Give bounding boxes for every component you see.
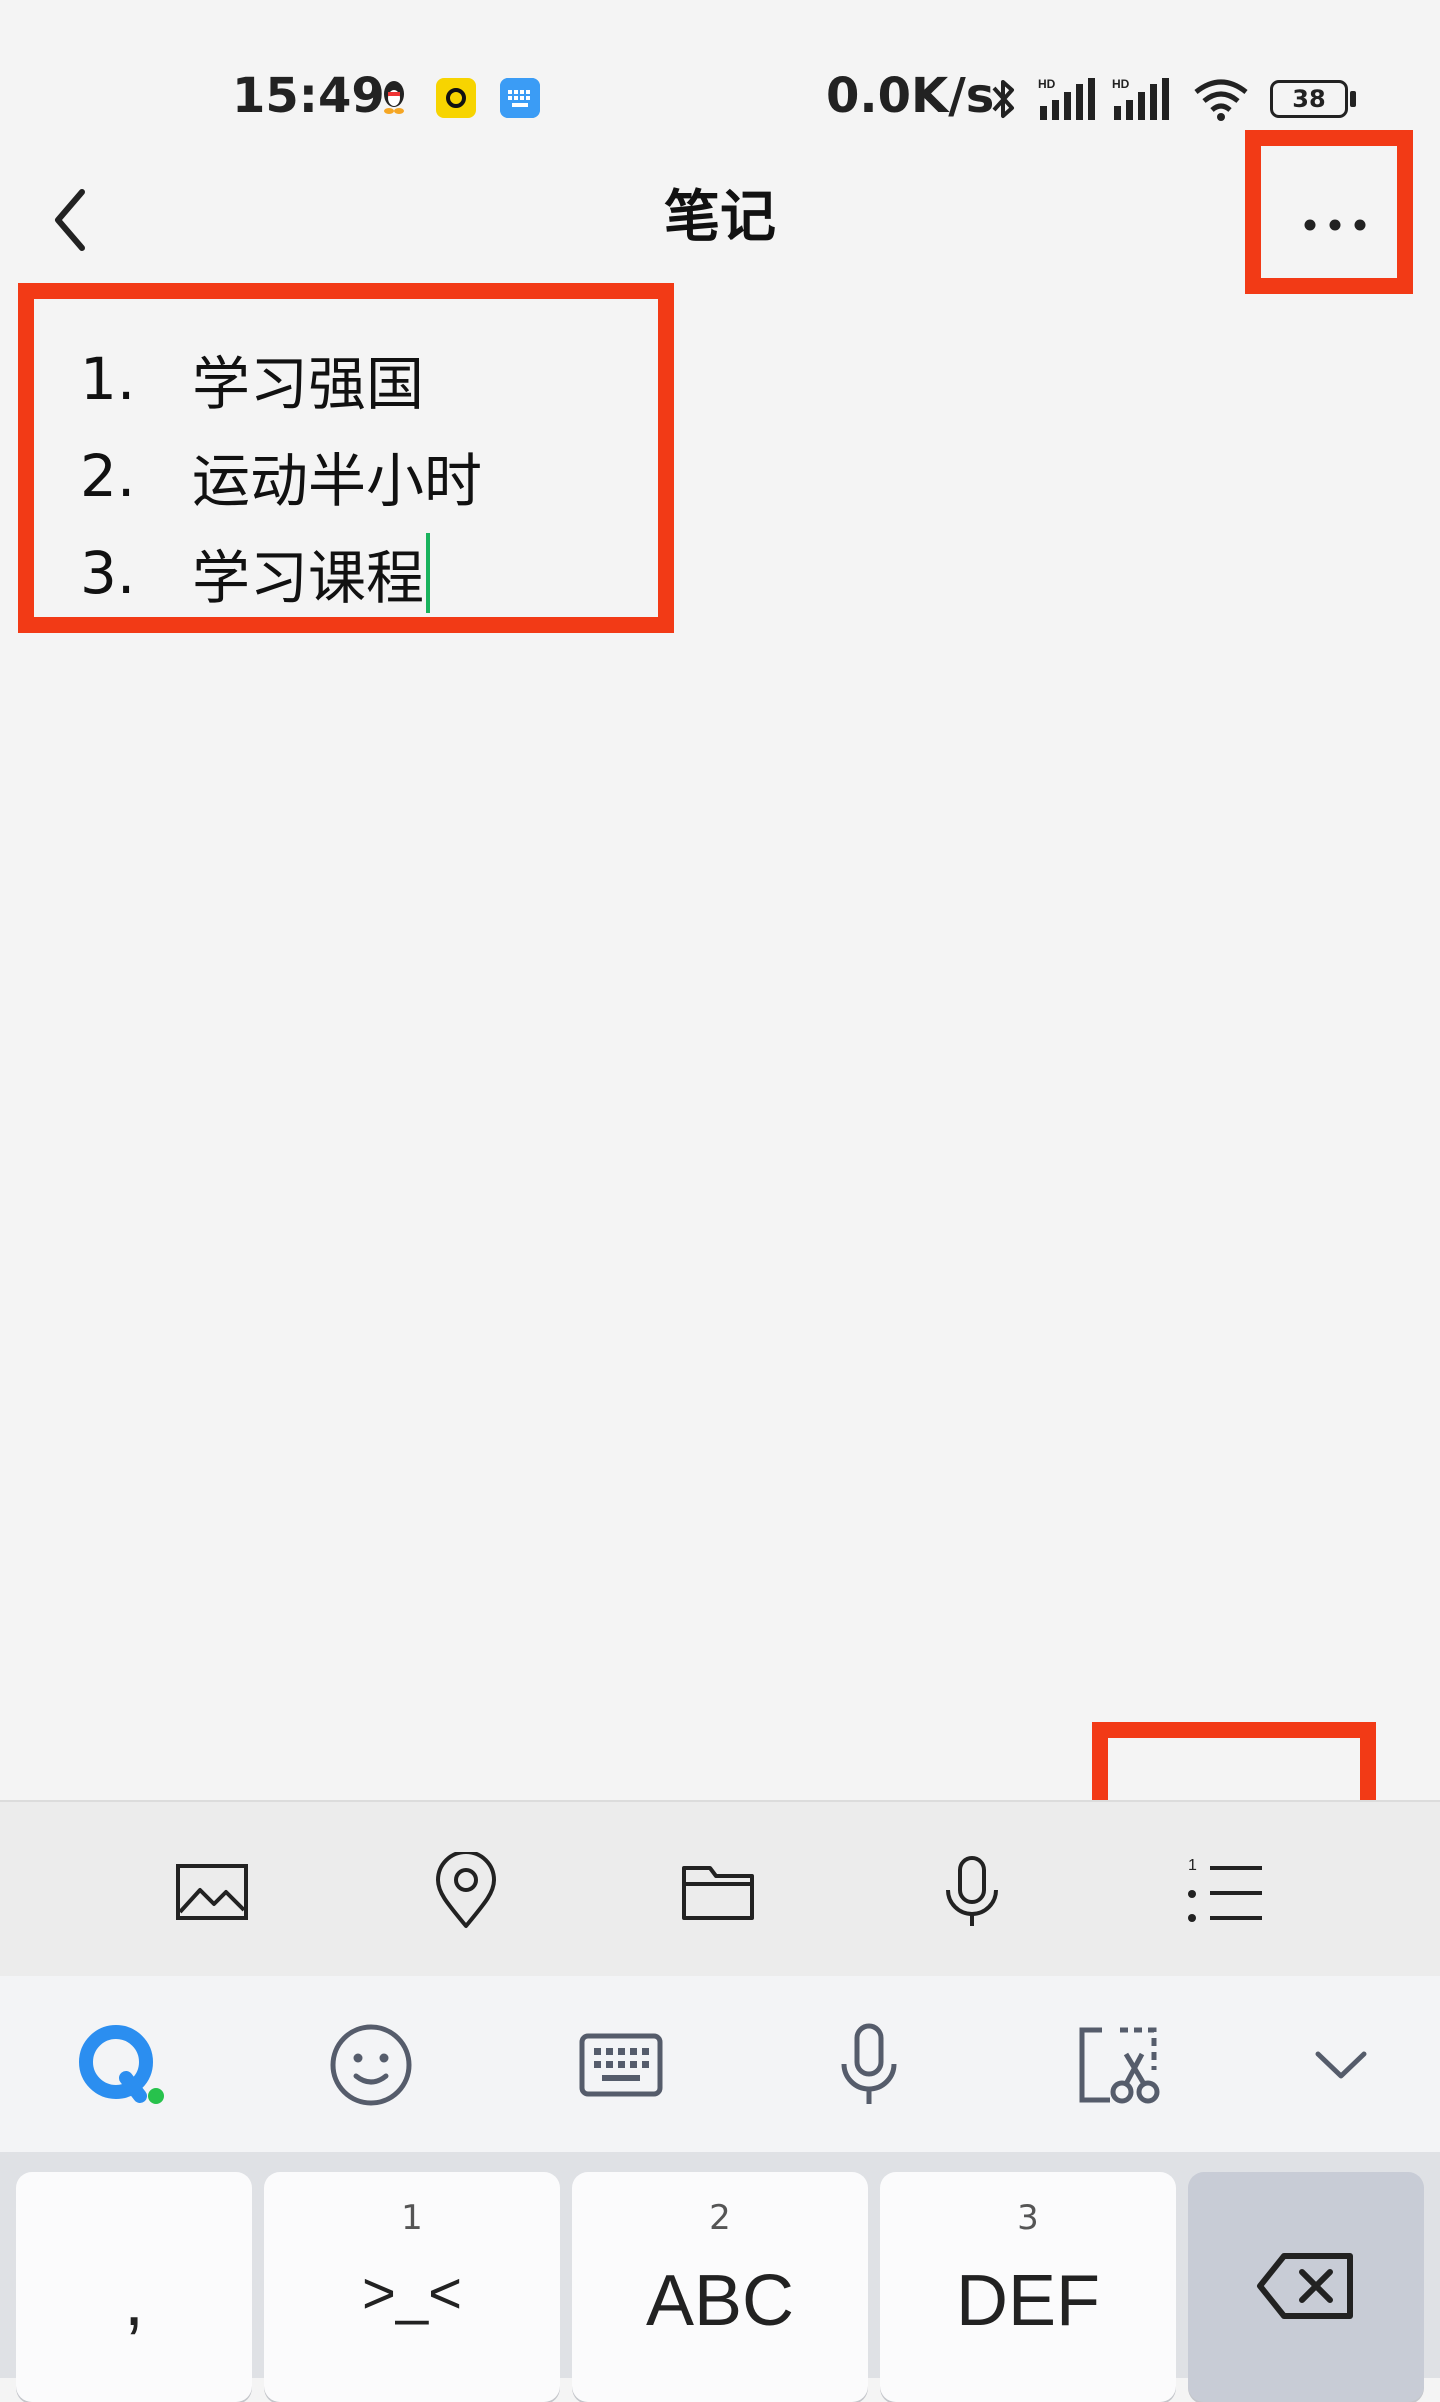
editor-toolbar: 1 xyxy=(0,1800,1440,1978)
key-number: 3 xyxy=(1017,2198,1039,2238)
microphone-icon[interactable] xyxy=(932,1852,1012,1932)
wifi-icon xyxy=(1194,79,1248,121)
key-label: ABC xyxy=(645,2261,795,2341)
svg-text:1: 1 xyxy=(1188,1857,1197,1874)
collapse-keyboard-icon[interactable] xyxy=(1296,2020,1386,2110)
key-label: , xyxy=(123,2261,144,2341)
emoji-icon[interactable] xyxy=(326,2020,416,2110)
location-pin-icon[interactable] xyxy=(426,1852,506,1932)
backspace-key[interactable] xyxy=(1188,2172,1424,2402)
input-method-logo-icon[interactable] xyxy=(74,2020,164,2110)
highlight-box-more xyxy=(1245,130,1413,294)
network-speed: 0.0K/s xyxy=(826,68,995,124)
status-time: 15:49 xyxy=(232,68,385,124)
signal-strength-icon: HD xyxy=(1038,77,1095,120)
svg-text:HD: HD xyxy=(1112,77,1130,91)
battery-icon: 38 xyxy=(1270,80,1358,118)
keyboard-icon[interactable] xyxy=(576,2020,666,2110)
voice-input-icon[interactable] xyxy=(824,2020,914,2110)
key-label: DEF xyxy=(956,2261,1100,2341)
qq-penguin-icon xyxy=(384,81,404,114)
svg-text:HD: HD xyxy=(1038,77,1056,91)
key-number: 2 xyxy=(709,2198,731,2238)
bluetooth-icon xyxy=(992,80,1014,118)
key-abc[interactable]: 2 ABC xyxy=(572,2172,868,2402)
signal-strength-icon: HD xyxy=(1112,77,1169,120)
clipboard-scissors-icon[interactable] xyxy=(1074,2020,1164,2110)
battery-level: 38 xyxy=(1270,80,1348,118)
key-number: 1 xyxy=(401,2198,423,2238)
notification-app-icon xyxy=(436,78,476,118)
folder-icon[interactable] xyxy=(678,1852,758,1932)
key-comma[interactable]: , xyxy=(16,2172,252,2402)
page-title: 笔记 xyxy=(664,185,776,250)
keyboard-toolbar xyxy=(0,1976,1440,2152)
keyboard-keys: , 1 >_< 2 ABC 3 DEF xyxy=(0,2152,1440,2402)
numbered-list-icon[interactable]: 1 xyxy=(1186,1852,1266,1932)
keyboard-app-icon xyxy=(500,78,540,118)
key-emoticon[interactable]: 1 >_< xyxy=(264,2172,560,2402)
highlight-box-list xyxy=(18,283,674,633)
key-def[interactable]: 3 DEF xyxy=(880,2172,1176,2402)
backspace-icon xyxy=(1257,2253,1353,2319)
image-icon[interactable] xyxy=(172,1852,252,1932)
key-label: >_< xyxy=(362,2261,462,2326)
status-bar: 15:49 0.0K/s HD HD 38 xyxy=(0,0,1440,130)
